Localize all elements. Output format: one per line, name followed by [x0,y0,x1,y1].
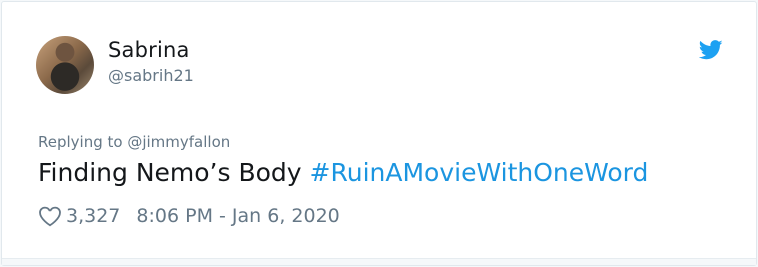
user-display-name[interactable]: Sabrina [108,38,190,62]
timestamp[interactable]: 8:06 PM - Jan 6, 2020 [136,205,339,227]
heart-icon[interactable] [38,205,62,227]
tweet-text: Finding Nemo’s Body #RuinAMovieWithOneWo… [38,158,648,187]
card-footer-divider [2,258,756,265]
tweet-meta: 3,327 8:06 PM - Jan 6, 2020 [38,205,340,227]
twitter-bird-icon[interactable] [699,40,723,60]
tweet-card[interactable]: Sabrina @sabrih21 Replying to @jimmyfall… [1,1,757,266]
tweet-body: Finding Nemo’s Body [38,158,310,187]
avatar[interactable] [36,36,94,94]
user-handle[interactable]: @sabrih21 [108,66,194,85]
like-count[interactable]: 3,327 [66,205,120,227]
reply-context[interactable]: Replying to @jimmyfallon [38,133,230,151]
hashtag-link[interactable]: #RuinAMovieWithOneWord [310,158,649,187]
